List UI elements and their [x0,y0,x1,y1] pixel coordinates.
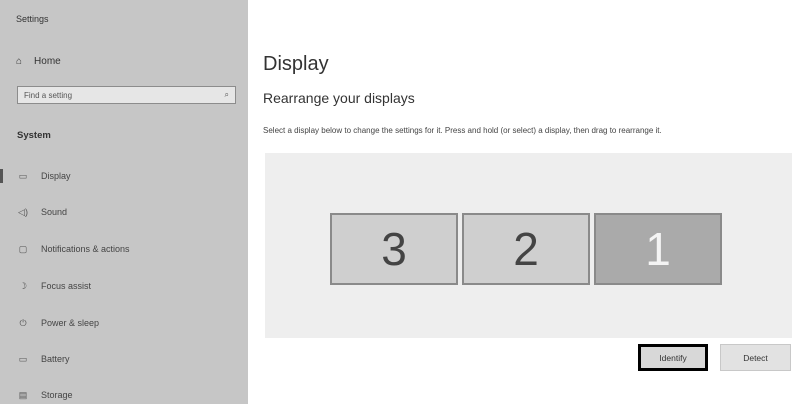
sidebar-item-label: Sound [41,207,68,217]
sidebar-item-label: Storage [41,390,73,400]
sidebar-item-battery[interactable]: ▭ Battery [17,351,70,367]
power-icon: ⏻ [19,317,27,328]
sidebar-item-label: Display [41,171,71,181]
display-arrangement-panel: 3 2 1 [265,153,792,338]
section-header: System [17,130,51,141]
sidebar-home[interactable]: ⌂ Home [16,56,61,67]
sidebar-item-notifications[interactable]: ▢ Notifications & actions [17,241,130,257]
moon-icon: ☽ [18,280,28,291]
description-text: Select a display below to change the set… [263,126,662,135]
sidebar-item-sound[interactable]: ◁) Sound [17,204,67,220]
monitor-icon: ▭ [18,170,28,181]
search-placeholder: Find a setting [24,90,73,100]
notification-icon: ▢ [18,243,28,254]
identify-button[interactable]: Identify [638,344,708,371]
sidebar-item-label: Battery [41,354,70,364]
speaker-icon: ◁) [18,206,28,217]
section-subtitle: Rearrange your displays [263,90,415,106]
sidebar-item-label: Power & sleep [41,318,100,328]
display-2[interactable]: 2 [462,213,590,285]
display-3[interactable]: 3 [330,213,458,285]
detect-button[interactable]: Detect [720,344,791,371]
app-title: Settings [16,14,49,24]
sidebar-item-focus-assist[interactable]: ☽ Focus assist [17,278,91,294]
sidebar-item-label: Notifications & actions [41,244,130,254]
sidebar-item-power-sleep[interactable]: ⏻ Power & sleep [17,315,99,331]
search-input[interactable]: Find a setting ⌕ [17,86,236,104]
sidebar-home-label: Home [34,56,61,67]
sidebar-item-display[interactable]: ▭ Display [0,168,71,184]
display-1[interactable]: 1 [594,213,722,285]
sidebar-item-label: Focus assist [41,281,92,291]
page-title: Display [263,53,329,75]
sidebar: Settings ⌂ Home Find a setting ⌕ System … [0,0,248,404]
battery-icon: ▭ [18,353,28,364]
sidebar-item-storage[interactable]: ▤ Storage [17,387,73,403]
home-icon: ⌂ [16,56,23,67]
search-icon: ⌕ [224,90,229,99]
storage-icon: ▤ [18,389,28,400]
